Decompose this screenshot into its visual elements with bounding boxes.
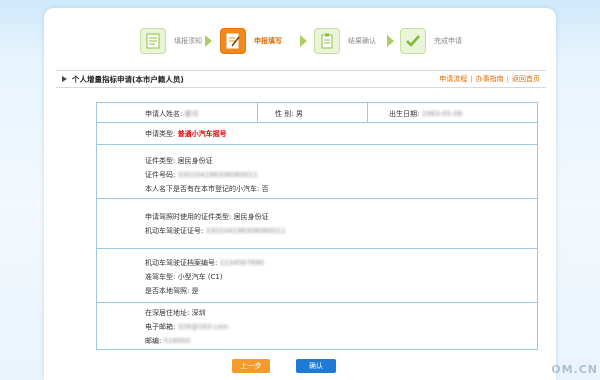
step-done: 完成申请 bbox=[382, 28, 462, 54]
birth-field: 出生日期: 1983-05-06 bbox=[389, 110, 463, 118]
form-row-basic: 申请人姓名: 崔可 性 别: 男 出生日期: 1983-05-06 bbox=[97, 103, 537, 123]
form-row-license: 申请驾照时使用的证件类型: 居民身份证 机动车驾驶证证号: 3301041983… bbox=[97, 198, 537, 249]
link-guide[interactable]: 办事指南 bbox=[476, 75, 504, 83]
id-type-value: 居民身份证 bbox=[177, 157, 213, 165]
watermark: OM.CN bbox=[551, 363, 598, 376]
edit-icon bbox=[220, 28, 246, 54]
form-row-id: 证件类型: 居民身份证 证件号码: 330104198306060011 本人名… bbox=[97, 144, 537, 199]
step-label: 完成申请 bbox=[434, 37, 462, 45]
birth-value: 1983-05-06 bbox=[421, 110, 463, 118]
clipboard-icon bbox=[314, 28, 340, 54]
name-field: 申请人姓名: 崔可 bbox=[145, 110, 199, 118]
drive-type-value: 小型汽车 (C1) bbox=[177, 273, 223, 281]
arrow-icon bbox=[300, 35, 307, 47]
archive-value: 1234567890 bbox=[219, 259, 265, 267]
id-no-field: 证件号码: 330104198306060011 bbox=[145, 171, 258, 179]
header-links: 申请流程 | 办事指南 | 返回首页 bbox=[439, 75, 540, 83]
document-icon bbox=[140, 28, 166, 54]
step-label: 填报须知 bbox=[174, 37, 202, 45]
license-no-field: 机动车驾驶证证号: 330104198306060011 bbox=[145, 227, 286, 235]
section-header: 个人增量指标申请(本市户籍人员) 申请流程 | 办事指南 | 返回首页 bbox=[56, 70, 546, 88]
gender-field: 性 别: 男 bbox=[275, 110, 303, 118]
progress-steps: 填报须知 申报填写 结果确认 完成申请 bbox=[44, 8, 556, 70]
email-value: 326@163.com bbox=[177, 323, 229, 331]
zip-value: 518000 bbox=[163, 337, 191, 345]
form-row-contact: 在深居住地址: 深圳 电子邮箱: 326@163.com 邮编: 518000 bbox=[97, 302, 537, 349]
local-license-value: 是 bbox=[191, 287, 199, 295]
application-card: 填报须知 申报填写 结果确认 完成申请 个人增量指标申请(本市户籍人员) 申请流… bbox=[44, 8, 556, 380]
form-row-driving: 机动车驾驶证档案编号: 1234567890 准驾车型: 小型汽车 (C1) 是… bbox=[97, 248, 537, 303]
type-value: 普通小汽车摇号 bbox=[177, 130, 227, 138]
arrow-icon bbox=[205, 35, 212, 47]
address-value: 深圳 bbox=[191, 309, 206, 317]
email-field: 电子邮箱: 326@163.com bbox=[145, 323, 229, 331]
confirm-button[interactable]: 确认 bbox=[296, 359, 336, 373]
license-id-type-value: 居民身份证 bbox=[233, 213, 269, 221]
id-type-field: 证件类型: 居民身份证 bbox=[145, 157, 213, 165]
address-field: 在深居住地址: 深圳 bbox=[145, 309, 206, 317]
car-owned-value: 否 bbox=[261, 185, 269, 193]
triangle-bullet-icon bbox=[62, 76, 67, 82]
link-home[interactable]: 返回首页 bbox=[512, 75, 540, 83]
prev-step-button[interactable]: 上一步 bbox=[232, 359, 270, 373]
checkmark-icon bbox=[400, 28, 426, 54]
step-label: 申报填写 bbox=[254, 37, 282, 45]
page-title: 个人增量指标申请(本市户籍人员) bbox=[72, 75, 184, 84]
type-field: 申请类型: 普通小汽车摇号 bbox=[145, 130, 227, 138]
license-no-value: 330104198306060011 bbox=[205, 227, 286, 235]
local-license-field: 是否本地驾照: 是 bbox=[145, 287, 199, 295]
name-value: 崔可 bbox=[184, 110, 199, 118]
step-fill: 申报填写 bbox=[220, 28, 282, 54]
license-id-type-field: 申请驾照时使用的证件类型: 居民身份证 bbox=[145, 213, 269, 221]
step-notice: 填报须知 bbox=[140, 28, 202, 54]
application-form: 申请人姓名: 崔可 性 别: 男 出生日期: 1983-05-06 申请类型: … bbox=[96, 102, 538, 350]
drive-type-field: 准驾车型: 小型汽车 (C1) bbox=[145, 273, 223, 281]
form-row-type: 申请类型: 普通小汽车摇号 bbox=[97, 122, 537, 145]
step-confirm: 结果确认 bbox=[314, 28, 376, 54]
archive-field: 机动车驾驶证档案编号: 1234567890 bbox=[145, 259, 265, 267]
id-no-value: 330104198306060011 bbox=[177, 171, 258, 179]
link-process[interactable]: 申请流程 bbox=[439, 75, 467, 83]
gender-value: 男 bbox=[295, 110, 303, 118]
car-owned-field: 本人名下是否有在本市登记的小汽车: 否 bbox=[145, 185, 269, 193]
zip-field: 邮编: 518000 bbox=[145, 337, 191, 345]
step-label: 结果确认 bbox=[348, 37, 376, 45]
